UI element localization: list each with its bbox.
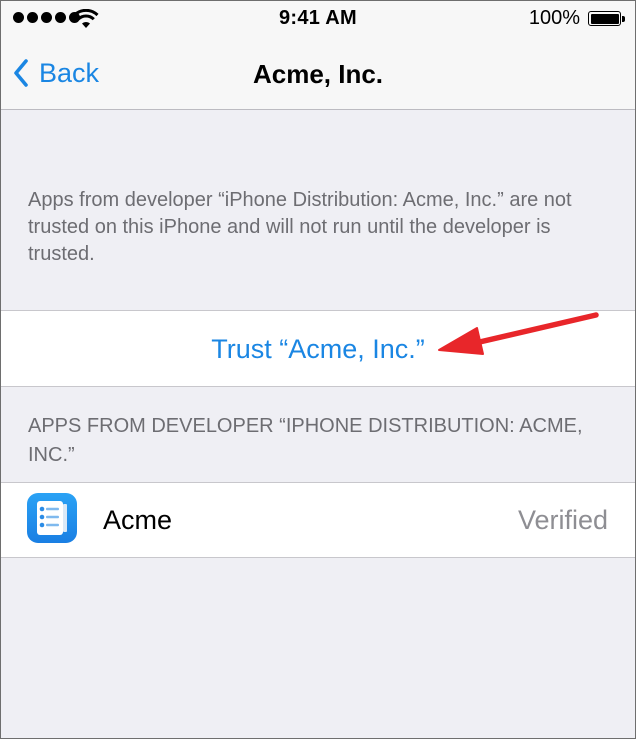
app-verified-status: Verified <box>517 505 608 535</box>
navigation-bar: Back Acme, Inc. <box>1 37 635 110</box>
apps-section-header: APPS FROM DEVELOPER “IPHONE DISTRIBUTION… <box>28 415 583 466</box>
settings-screen: 9:41 AM 100% Back Acme, Inc. Apps from d… <box>0 0 636 739</box>
checklist-app-icon <box>27 493 77 543</box>
annotation-arrow-icon <box>438 312 599 355</box>
app-row[interactable]: Acme Verified <box>1 482 635 558</box>
trust-explanation: Apps from developer “iPhone Distribution… <box>28 189 572 265</box>
app-name: Acme <box>103 505 173 535</box>
battery-percent: 100% <box>528 7 580 29</box>
battery-icon <box>588 11 625 26</box>
status-bar: 9:41 AM 100% <box>1 1 635 37</box>
page-title: Acme, Inc. <box>252 59 384 89</box>
